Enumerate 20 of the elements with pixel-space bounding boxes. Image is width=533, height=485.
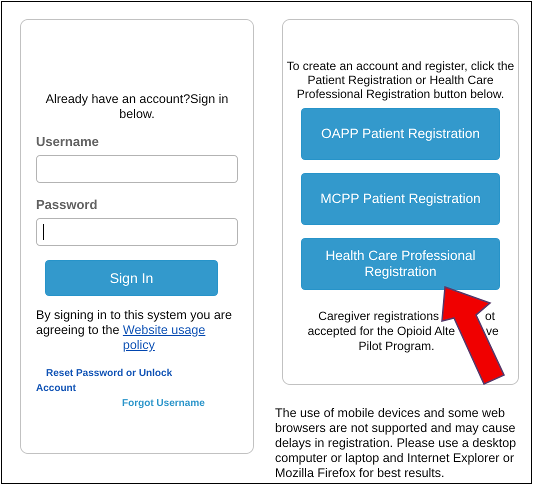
registration-button[interactable]: OAPP Patient Registration (301, 108, 500, 160)
caregiver-note-text: ot (485, 309, 496, 324)
password-label: Password (36, 197, 98, 212)
website-usage-policy-link[interactable]: Website usage policy (122, 323, 215, 353)
password-field[interactable] (36, 218, 238, 246)
username-label: Username (36, 134, 100, 149)
registration-button[interactable]: MCPP Patient Registration (301, 173, 500, 225)
registration-button[interactable]: Health Care Professional Registration (301, 238, 500, 290)
caregiver-note-text: accepted for the Opioid Alte (308, 324, 455, 338)
caregiver-note-text: Caregiver registrations (318, 309, 439, 323)
login-intro: Already have an account?Sign in below. (44, 92, 230, 122)
username-field[interactable] (36, 155, 238, 183)
sign-in-button[interactable]: Sign In (45, 260, 218, 296)
agreement-text: By signing in to this system you are agreeing to the Website usage policy (36, 308, 233, 353)
reset-password-link[interactable]: Reset Password or Unlock Account (36, 366, 178, 396)
forgot-username-link[interactable]: Forgot Username (122, 396, 238, 411)
browser-notice: The use of mobile devices and some web browsers are not supported and may cause delays in registration. Please use a desktop computer or laptop and Internet Explorer or Mozilla Firefox for best results. (275, 406, 518, 481)
caregiver-note-text: Pilot Program. (358, 339, 435, 353)
register-intro: To create an account and register, click the Patient Registration or Health Care Professional Registration button below. (286, 59, 516, 101)
caregiver-note-text: ve (486, 324, 499, 339)
